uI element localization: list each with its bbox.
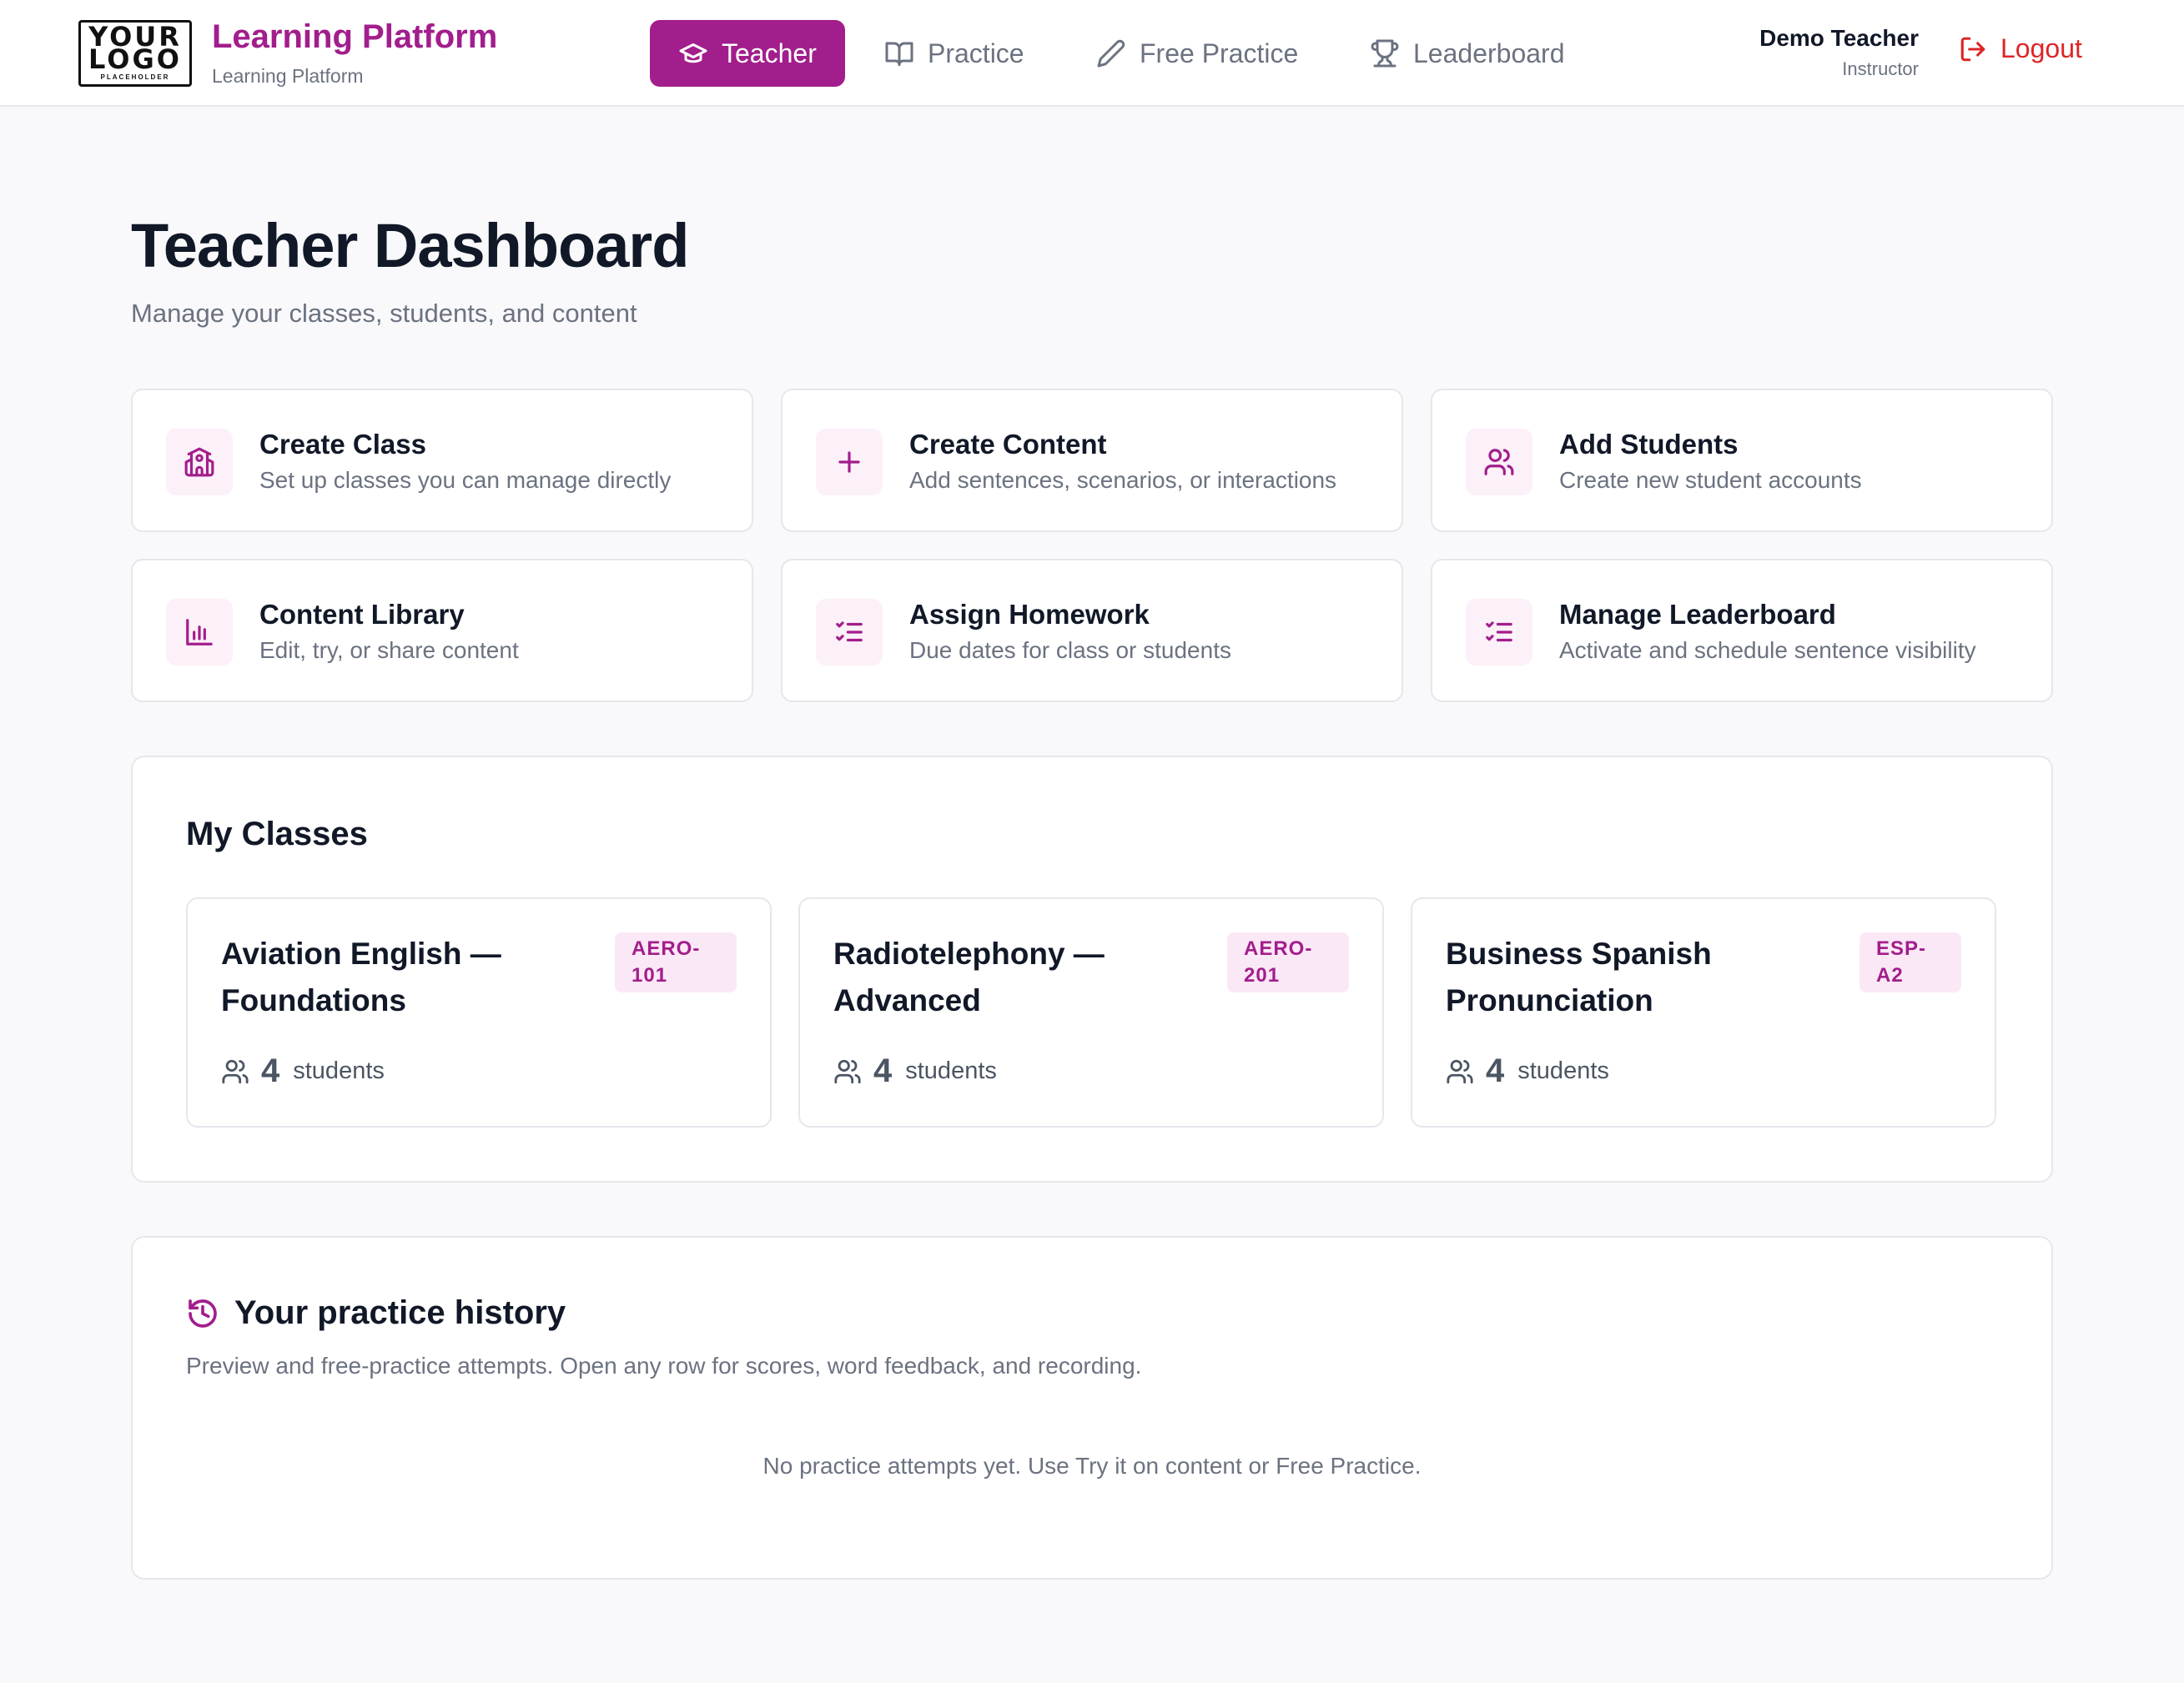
user-role: Instructor (1842, 58, 1919, 79)
book-open-icon (885, 42, 913, 66)
class-student-count: 4 students (1446, 1053, 1609, 1090)
list-checks-icon (1486, 621, 1512, 642)
student-count-value: 4 (873, 1053, 893, 1089)
action-icon-box (1466, 599, 1532, 666)
practice-history-header: Your practice history (186, 1294, 566, 1332)
practice-history-panel: Your practice history Preview and free-p… (131, 1236, 2053, 1580)
empty-state-message: No practice attempts yet. Use Try it on … (762, 1453, 1422, 1479)
class-student-count: 4 students (833, 1053, 997, 1090)
practice-history-title: Your practice history (234, 1294, 566, 1331)
assign-homework-card[interactable]: Assign Homework Due dates for class or s… (781, 559, 1403, 702)
action-description: Add sentences, scenarios, or interaction… (909, 467, 1337, 493)
practice-history-description: Preview and free-practice attempts. Open… (186, 1353, 1142, 1379)
action-description: Set up classes you can manage directly (259, 467, 672, 493)
action-icon-box (1466, 429, 1532, 495)
page-title: Teacher Dashboard (131, 211, 689, 280)
student-count-label: students (293, 1058, 385, 1084)
class-card[interactable]: Radiotelephony — Advanced AERO-201 4 stu… (798, 897, 1384, 1128)
class-name: Aviation English — Foundations (221, 937, 501, 1017)
content-library-card[interactable]: Content Library Edit, try, or share cont… (131, 559, 753, 702)
action-title: Add Students (1559, 429, 1739, 460)
nav-tab-leaderboard[interactable]: Leaderboard (1370, 20, 1564, 87)
create-class-card[interactable]: Create Class Set up classes you can mana… (131, 389, 753, 532)
student-count-label: students (905, 1058, 997, 1084)
action-description: Edit, try, or share content (259, 637, 519, 663)
logo-line-2: LOGO (88, 43, 182, 75)
users-icon (1447, 1059, 1473, 1083)
bar-chart-icon (186, 619, 213, 646)
logout-button[interactable]: Logout (1959, 33, 2082, 64)
action-icon-box (166, 429, 233, 495)
action-title: Assign Homework (909, 599, 1150, 630)
class-name: Business Spanish Pronunciation (1446, 937, 1712, 1017)
top-navigation-bar: YOUR LOGO PLACEHOLDER Learning Platform … (0, 0, 2184, 107)
class-code-badge: AERO-101 (615, 932, 737, 992)
action-title: Content Library (259, 599, 465, 630)
history-icon (189, 1299, 217, 1328)
logout-label: Logout (2000, 33, 2082, 63)
graduation-cap-icon (679, 43, 707, 63)
user-name: Demo Teacher (1759, 25, 1919, 51)
class-code-badge: ESP-A2 (1859, 932, 1961, 992)
action-icon-box (166, 599, 233, 666)
list-checks-icon (836, 621, 863, 642)
action-title: Create Class (259, 429, 426, 460)
action-title: Manage Leaderboard (1559, 599, 1836, 630)
student-count-value: 4 (261, 1053, 280, 1089)
nav-tab-label: Free Practice (1140, 38, 1299, 68)
nav-tab-free-practice[interactable]: Free Practice (1096, 20, 1298, 87)
student-count-label: students (1517, 1058, 1609, 1084)
logout-icon (1960, 37, 1985, 61)
nav-tab-label: Practice (928, 38, 1024, 68)
manage-leaderboard-card[interactable]: Manage Leaderboard Activate and schedule… (1431, 559, 2053, 702)
brand-title[interactable]: Learning Platform (212, 18, 497, 56)
trophy-icon (1371, 39, 1399, 68)
action-description: Activate and schedule sentence visibilit… (1559, 637, 1976, 663)
class-student-count: 4 students (221, 1053, 385, 1090)
nav-tab-practice[interactable]: Practice (884, 20, 1024, 87)
nav-tab-label: Teacher (722, 38, 817, 68)
my-classes-panel: My Classes Aviation English — Foundation… (131, 756, 2053, 1183)
class-card[interactable]: Aviation English — Foundations AERO-101 … (186, 897, 772, 1128)
pencil-icon (1097, 39, 1125, 68)
school-icon (184, 447, 214, 477)
plus-icon (838, 451, 860, 473)
page-subtitle: Manage your classes, students, and conte… (131, 299, 637, 328)
my-classes-title: My Classes (186, 816, 368, 852)
action-icon-box (816, 599, 883, 666)
add-students-card[interactable]: Add Students Create new student accounts (1431, 389, 2053, 532)
logo-line-3: PLACEHOLDER (100, 73, 170, 81)
class-card[interactable]: Business Spanish Pronunciation ESP-A2 4 … (1411, 897, 1996, 1128)
action-title: Create Content (909, 429, 1107, 460)
create-content-card[interactable]: Create Content Add sentences, scenarios,… (781, 389, 1403, 532)
class-code-badge: AERO-201 (1227, 932, 1349, 992)
class-name: Radiotelephony — Advanced (833, 937, 1105, 1017)
users-icon (1484, 449, 1514, 475)
users-icon (834, 1059, 861, 1083)
student-count-value: 4 (1486, 1053, 1505, 1089)
action-description: Due dates for class or students (909, 637, 1231, 663)
nav-tab-teacher[interactable]: Teacher (650, 20, 845, 87)
nav-tab-label: Leaderboard (1413, 38, 1565, 68)
users-icon (222, 1059, 249, 1083)
action-icon-box (816, 429, 883, 495)
logo[interactable]: YOUR LOGO PLACEHOLDER (78, 20, 192, 87)
action-description: Create new student accounts (1559, 467, 1862, 493)
brand-subtitle: Learning Platform (212, 65, 364, 87)
